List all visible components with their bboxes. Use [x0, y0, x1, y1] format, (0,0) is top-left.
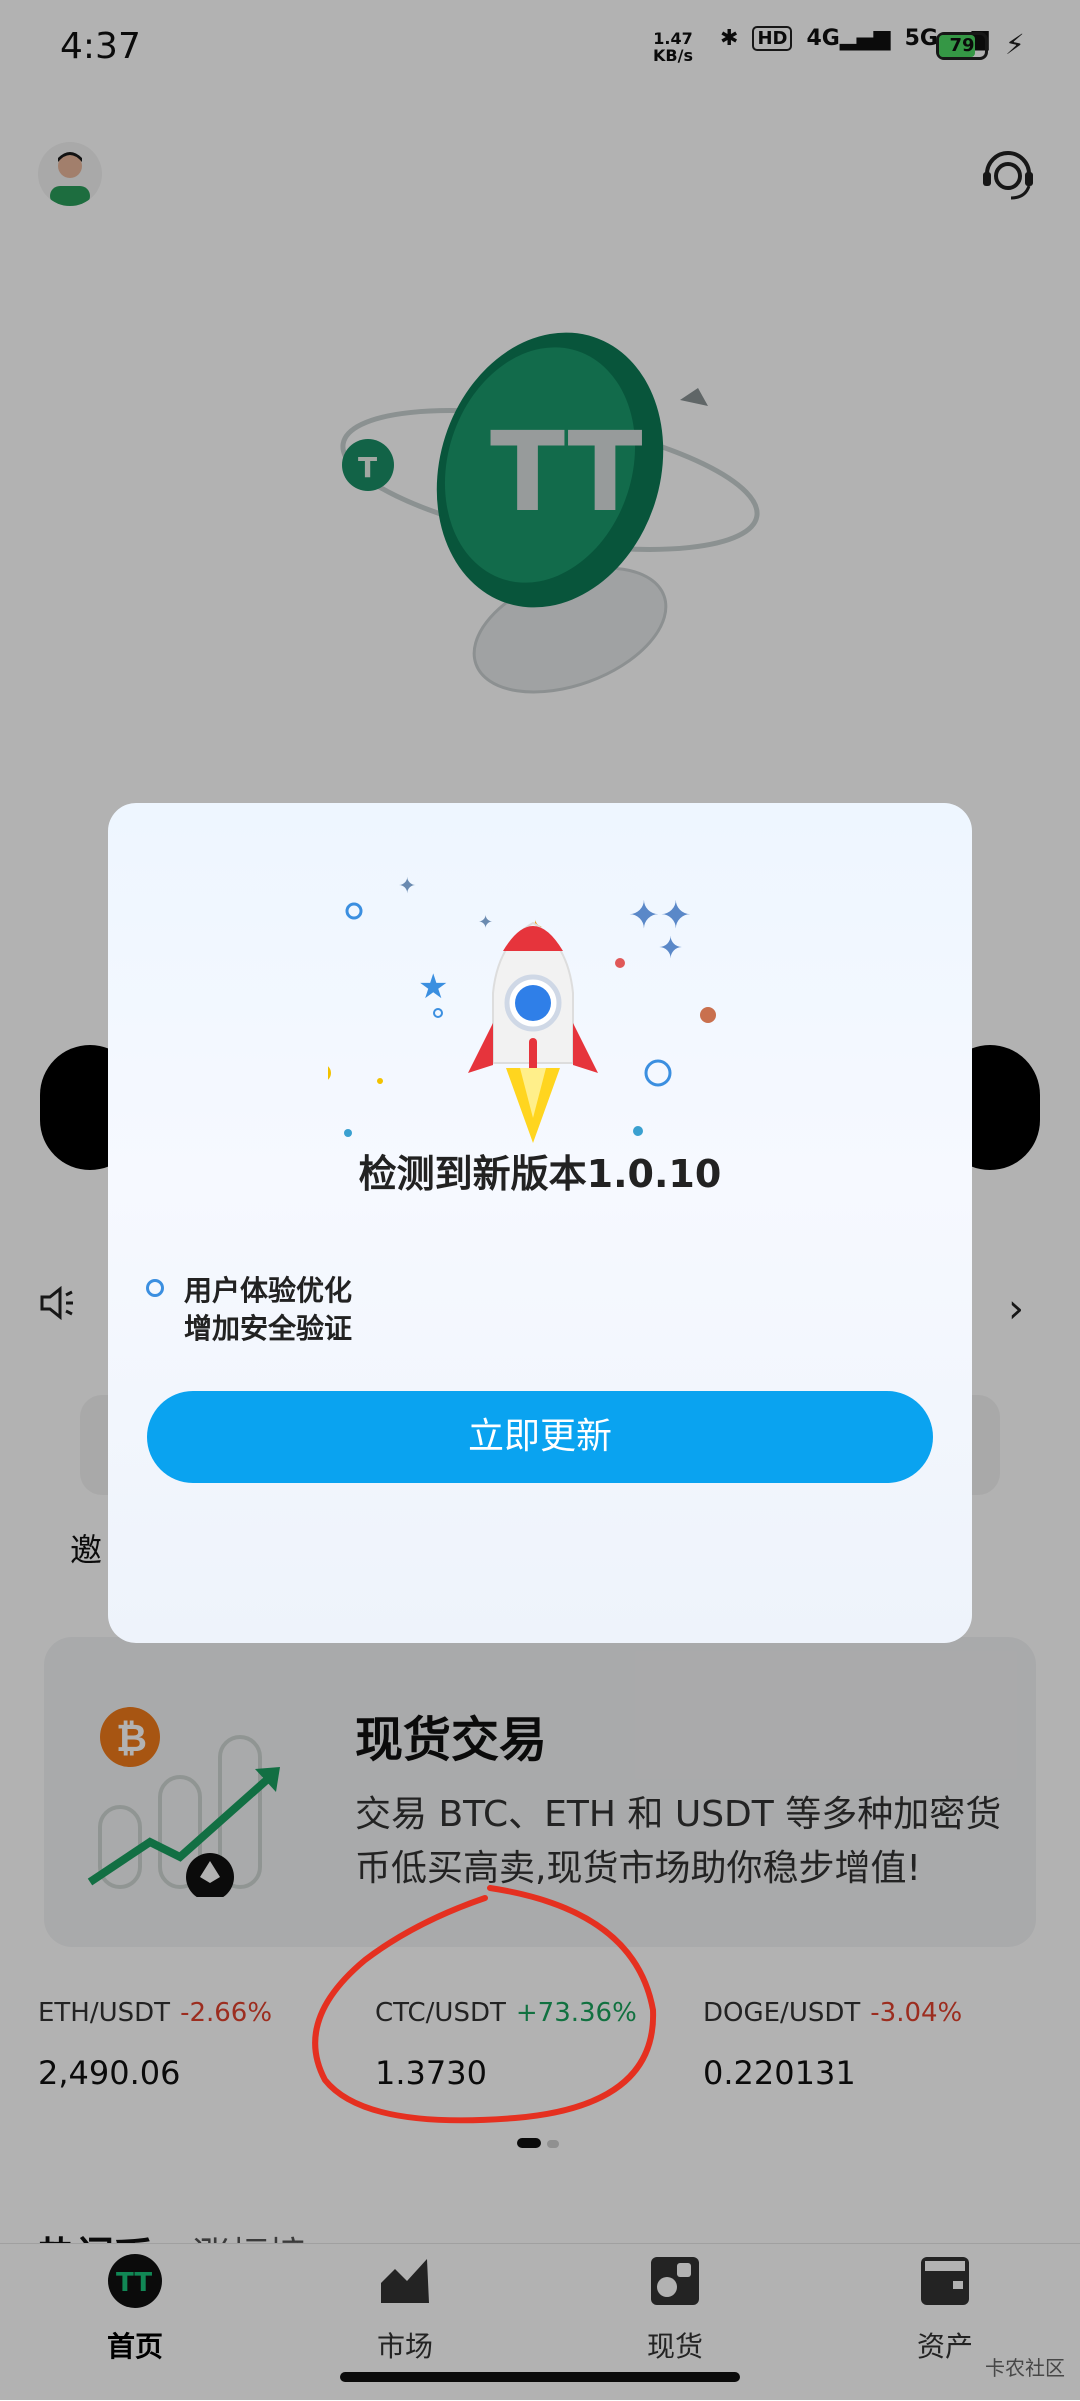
feature-bullet-icon — [146, 1279, 164, 1297]
svg-text:★: ★ — [418, 967, 448, 1007]
svg-text:✦: ✦ — [658, 931, 683, 966]
update-now-button[interactable]: 立即更新 — [147, 1391, 933, 1483]
feature-item: 增加安全验证 — [184, 1312, 353, 1345]
update-dialog: ✦ ✦ ✦ ✦✦ ✦ ★ 检测到新版本1.0.10 用户体验优化 增加安全验证 … — [108, 803, 972, 1643]
svg-text:✦: ✦ — [478, 912, 493, 933]
svg-text:✦: ✦ — [398, 874, 416, 899]
rocket-illustration: ✦ ✦ ✦ ✦✦ ✦ ★ — [328, 874, 716, 1143]
dialog-title: 检测到新版本1.0.10 — [358, 1152, 722, 1196]
red-circle-annotation — [312, 1885, 657, 2124]
feature-item: 用户体验优化 — [184, 1274, 353, 1307]
